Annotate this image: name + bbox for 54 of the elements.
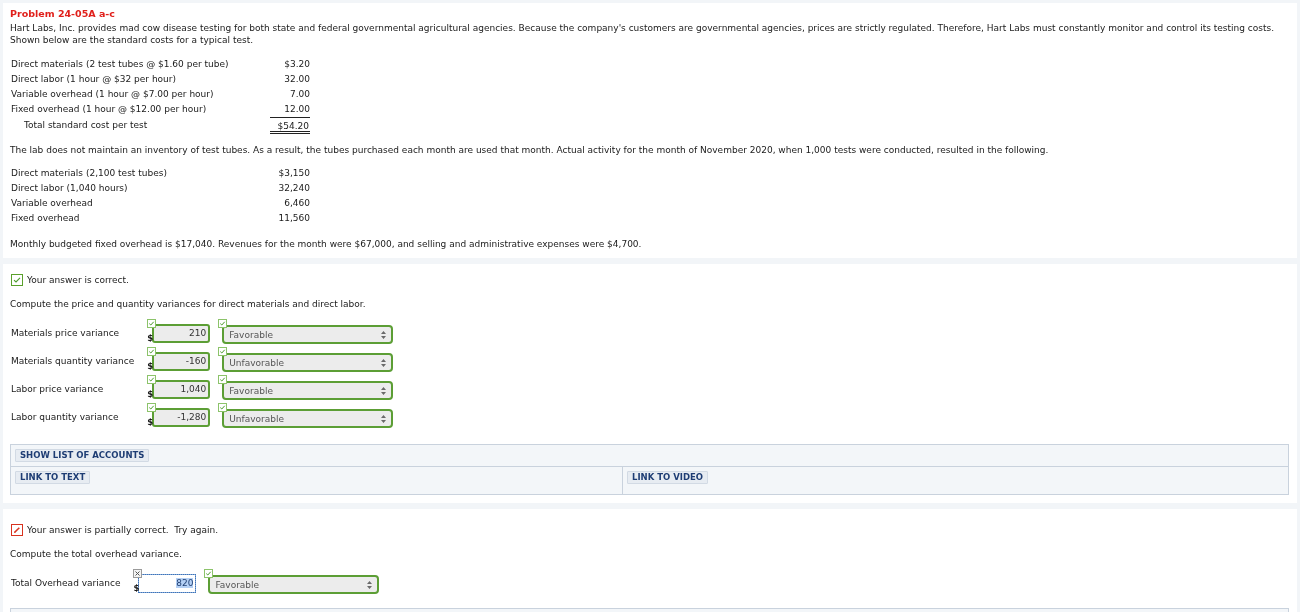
amount-field[interactable]: -1,280 [152, 408, 211, 427]
answer-label: Total Overhead variance [11, 577, 121, 589]
direction-dropdown[interactable]: Favorable [208, 575, 380, 594]
cost-label: Variable overhead [10, 197, 93, 210]
total-label: Total standard cost per test [23, 119, 148, 132]
currency-sign: $ [147, 417, 154, 428]
video-link-button[interactable]: LINK TO VIDEO [627, 471, 709, 484]
result-message: Your answer is correct. [27, 274, 129, 286]
direction-dropdown[interactable]: Unfavorable [222, 353, 394, 372]
problem-text: Hart Labs, Inc. provides mad cow disease testing for both state and federal governmental agricultural agencies. Because the company's customers are governmental agencies, prices are strictly regulated. Therefore, Hart Labs must constantly monitor and control its testing costs. Shown below are the standard costs for a typical test. [10, 22, 1276, 46]
cost-amount: $3,150 [278, 167, 310, 180]
cost-label: Direct labor (1 hour @ $32 per hour) [10, 73, 176, 86]
amount-field[interactable]: 1,040 [152, 380, 211, 399]
total-amount: $54.20 [270, 117, 310, 134]
answer-label: Labor quantity variance [11, 411, 119, 423]
amount-field[interactable]: 210 [152, 324, 211, 343]
cost-amount: 11,560 [278, 212, 310, 225]
currency-sign: $ [133, 583, 140, 594]
direction-dropdown[interactable]: Unfavorable [222, 409, 394, 428]
cost-amount: $3.20 [284, 58, 310, 71]
show-accounts-button[interactable]: SHOW LIST OF ACCOUNTS [15, 449, 150, 462]
cost-label: Variable overhead (1 hour @ $7.00 per hour) [10, 88, 214, 101]
updown-icon [381, 414, 387, 423]
cost-amount: 32,240 [278, 182, 310, 195]
problem-title: Problem 24-05A a-c [10, 8, 115, 20]
cost-amount: 12.00 [284, 103, 310, 116]
updown-icon [381, 330, 387, 339]
direction-dropdown[interactable]: Favorable [222, 325, 394, 344]
instruction-text: Compute the total overhead variance. [10, 548, 183, 560]
answer-label: Materials price variance [11, 327, 120, 339]
amount-field[interactable]: -160 [152, 352, 211, 371]
currency-sign: $ [147, 389, 154, 400]
answer-label: Materials quantity variance [11, 355, 135, 367]
problem-text: Monthly budgeted fixed overhead is $17,040. Revenues for the month were $67,000, and selling and administrative expenses were $4,700. [10, 238, 643, 250]
cost-label: Fixed overhead (1 hour @ $12.00 per hour) [10, 103, 207, 116]
result-message: Your answer is partially correct. Try again. [27, 524, 219, 536]
text-link-button[interactable]: LINK TO TEXT [15, 471, 91, 484]
cost-label: Fixed overhead [10, 212, 80, 225]
cost-label: Direct materials (2,100 test tubes) [10, 167, 167, 180]
cost-label: Direct materials (2 test tubes @ $1.60 per tube) [10, 58, 229, 71]
problem-text: The lab does not maintain an inventory of test tubes. As a result, the tubes purchased each month are used that month. Actual activity for the month of November 2020, when 1,000 tests were conducted, resulted in the following. [10, 144, 1050, 156]
currency-sign: $ [147, 361, 154, 372]
updown-icon [367, 580, 373, 589]
cost-amount: 32.00 [284, 73, 310, 86]
instruction-text: Compute the price and quantity variances for direct materials and direct labor. [10, 298, 367, 310]
amount-field[interactable]: 820 [138, 574, 197, 593]
direction-dropdown[interactable]: Favorable [222, 381, 394, 400]
updown-icon [381, 358, 387, 367]
updown-icon [381, 386, 387, 395]
cost-label: Direct labor (1,040 hours) [10, 182, 128, 195]
cost-amount: 7.00 [289, 88, 310, 101]
answer-label: Labor price variance [11, 383, 104, 395]
cost-amount: 6,460 [284, 197, 310, 210]
currency-sign: $ [147, 333, 154, 344]
